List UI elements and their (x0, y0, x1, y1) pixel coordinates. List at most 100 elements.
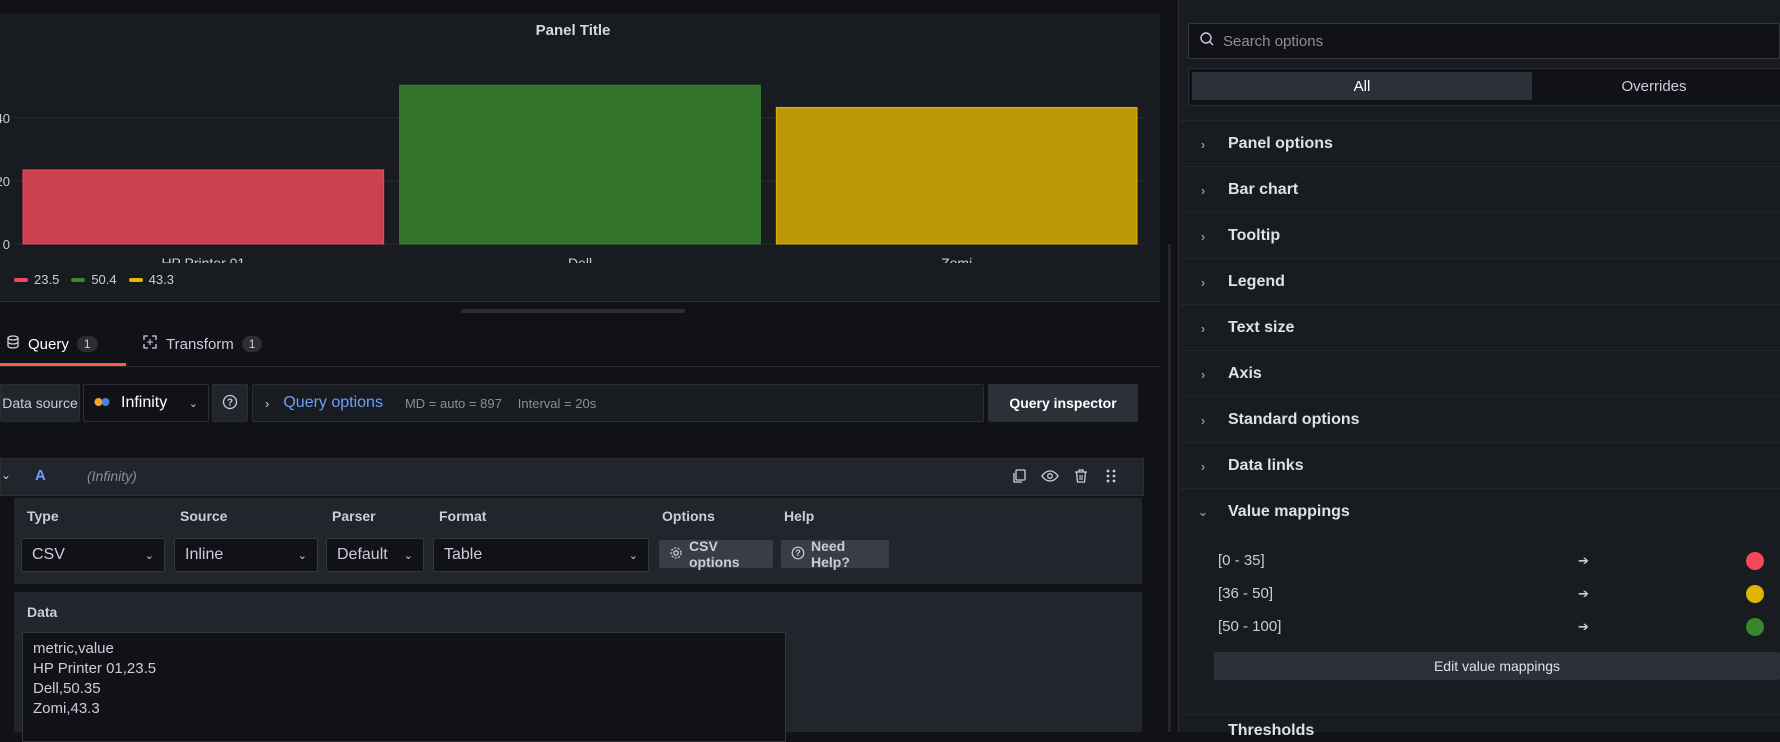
query-options-label: Query options (283, 394, 383, 411)
section-standard-options[interactable]: › Standard options (1178, 396, 1780, 443)
section-axis[interactable]: › Axis (1178, 350, 1780, 397)
trash-icon[interactable] (1073, 468, 1089, 487)
chevron-down-icon: ⌄ (403, 549, 413, 562)
query-inspector-button[interactable]: Query inspector (988, 384, 1138, 422)
help-button[interactable]: ? (212, 384, 248, 422)
collapse-chevron-icon[interactable]: ⌄ (1, 468, 11, 482)
bar[interactable] (775, 106, 1138, 245)
value-mapping-row[interactable]: [0 - 35] ➔ (1218, 544, 1778, 577)
pane-splitter[interactable] (1168, 244, 1171, 732)
section-title: Axis (1228, 365, 1262, 382)
legend-item[interactable]: 50.4 (71, 272, 117, 287)
section-legend[interactable]: › Legend (1178, 258, 1780, 305)
search-placeholder: Search options (1223, 32, 1324, 50)
transform-icon (142, 334, 158, 354)
panel-resize-handle[interactable] (461, 309, 685, 313)
query-options-toggle[interactable]: › Query options MD = auto = 897 Interval… (252, 384, 984, 422)
chart-legend: 23.5 50.4 43.3 (14, 272, 174, 287)
x-tick-label: Zomi (941, 255, 972, 263)
query-row-header[interactable]: ⌄ A (Infinity) (0, 458, 1144, 496)
infinity-logo-icon (93, 395, 111, 411)
question-circle-icon: ? (791, 546, 805, 563)
bar[interactable] (399, 84, 761, 245)
chevron-right-icon: › (1200, 136, 1206, 152)
format-select-value: Table (444, 546, 483, 563)
parser-select-value: Default (337, 546, 388, 563)
legend-item[interactable]: 23.5 (14, 272, 59, 287)
datasource-label: Data source (0, 384, 80, 422)
active-tab-indicator (0, 363, 126, 366)
datasource-picker[interactable]: Infinity ⌄ (83, 384, 209, 422)
section-bar-chart[interactable]: › Bar chart (1178, 166, 1780, 213)
tab-transform[interactable]: Transform 1 (142, 322, 263, 366)
value-mapping-row[interactable]: [36 - 50] ➔ (1218, 577, 1778, 610)
data-line: Dell,50.35 (33, 680, 101, 697)
arrow-right-icon: ➔ (1578, 618, 1589, 634)
eye-icon[interactable] (1041, 468, 1059, 487)
section-title: Value mappings (1228, 503, 1350, 520)
x-tick-label: Dell (568, 255, 592, 263)
source-label: Source (180, 508, 228, 524)
search-options-input[interactable]: Search options (1188, 23, 1780, 59)
parser-select[interactable]: Default ⌄ (326, 538, 424, 572)
value-mapping-row[interactable]: [50 - 100] ➔ (1218, 610, 1778, 643)
mapping-color-dot (1746, 584, 1764, 603)
section-value-mappings[interactable]: ⌄ Value mappings (1178, 488, 1780, 535)
radio-overrides[interactable]: Overrides (1534, 72, 1774, 100)
duplicate-query-icon[interactable] (1011, 468, 1027, 487)
top-strip (0, 0, 1160, 14)
y-tick-label: 20 (0, 174, 10, 189)
radio-all[interactable]: All (1192, 72, 1532, 100)
query-ref-id[interactable]: A (35, 467, 46, 484)
bar[interactable] (22, 169, 385, 245)
drag-handle-icon[interactable] (1105, 468, 1117, 487)
legend-label: 50.4 (91, 272, 117, 287)
type-label: Type (27, 508, 59, 524)
format-select[interactable]: Table ⌄ (433, 538, 649, 572)
section-title: Standard options (1228, 411, 1360, 428)
section-data-links[interactable]: › Data links (1178, 442, 1780, 489)
section-panel-options[interactable]: › Panel options (1178, 120, 1780, 167)
section-title: Text size (1228, 319, 1295, 336)
chevron-right-icon: › (1200, 182, 1206, 198)
section-title: Legend (1228, 273, 1285, 290)
datasource-value: Infinity (121, 394, 168, 411)
chevron-down-icon: ⌄ (297, 549, 307, 562)
section-title: Panel options (1228, 135, 1333, 152)
query-datasource-name: (Infinity) (87, 468, 137, 484)
mapping-range: [0 - 35] (1218, 552, 1265, 569)
chevron-right-icon: › (1200, 366, 1206, 382)
legend-label: 43.3 (148, 272, 174, 287)
section-title: Data links (1228, 457, 1304, 474)
chevron-right-icon: › (1200, 274, 1206, 290)
source-select[interactable]: Inline ⌄ (174, 538, 318, 572)
max-datapoints-info: MD = auto = 897 (404, 395, 502, 411)
format-label: Format (439, 508, 487, 524)
panel: Panel Title 02040HP Printer 01DellZomi 2… (0, 13, 1160, 302)
edit-value-mappings-button[interactable]: Edit value mappings (1214, 652, 1780, 680)
tab-query-label: Query (28, 335, 69, 353)
legend-label: 23.5 (34, 272, 60, 287)
section-thresholds[interactable]: Thresholds (1228, 722, 1314, 740)
source-select-value: Inline (185, 546, 224, 563)
section-text-size[interactable]: › Text size (1178, 304, 1780, 351)
csv-options-button[interactable]: CSV options (659, 538, 773, 570)
need-help-button[interactable]: ? Need Help? (781, 538, 889, 570)
section-title: Bar chart (1228, 181, 1299, 198)
legend-item[interactable]: 43.3 (128, 272, 174, 287)
data-line: Zomi,43.3 (33, 700, 100, 717)
datasource-label-text: Data source (2, 395, 78, 411)
infinity-query-form: Type Source Parser Format Options Help C… (14, 498, 1142, 584)
tab-transform-count: 1 (241, 336, 263, 352)
chevron-right-icon: › (1200, 412, 1206, 428)
chevron-right-icon: › (1200, 320, 1206, 336)
parser-label: Parser (332, 508, 376, 524)
tab-query[interactable]: Query 1 (6, 322, 98, 366)
csv-data-textarea[interactable]: metric,value HP Printer 01,23.5 Dell,50.… (22, 632, 786, 742)
section-divider (1178, 714, 1780, 715)
chevron-down-icon: ⌄ (144, 549, 154, 562)
type-select[interactable]: CSV ⌄ (21, 538, 165, 572)
arrow-right-icon: ➔ (1578, 585, 1589, 601)
database-icon (6, 335, 20, 353)
section-tooltip[interactable]: › Tooltip (1178, 212, 1780, 259)
